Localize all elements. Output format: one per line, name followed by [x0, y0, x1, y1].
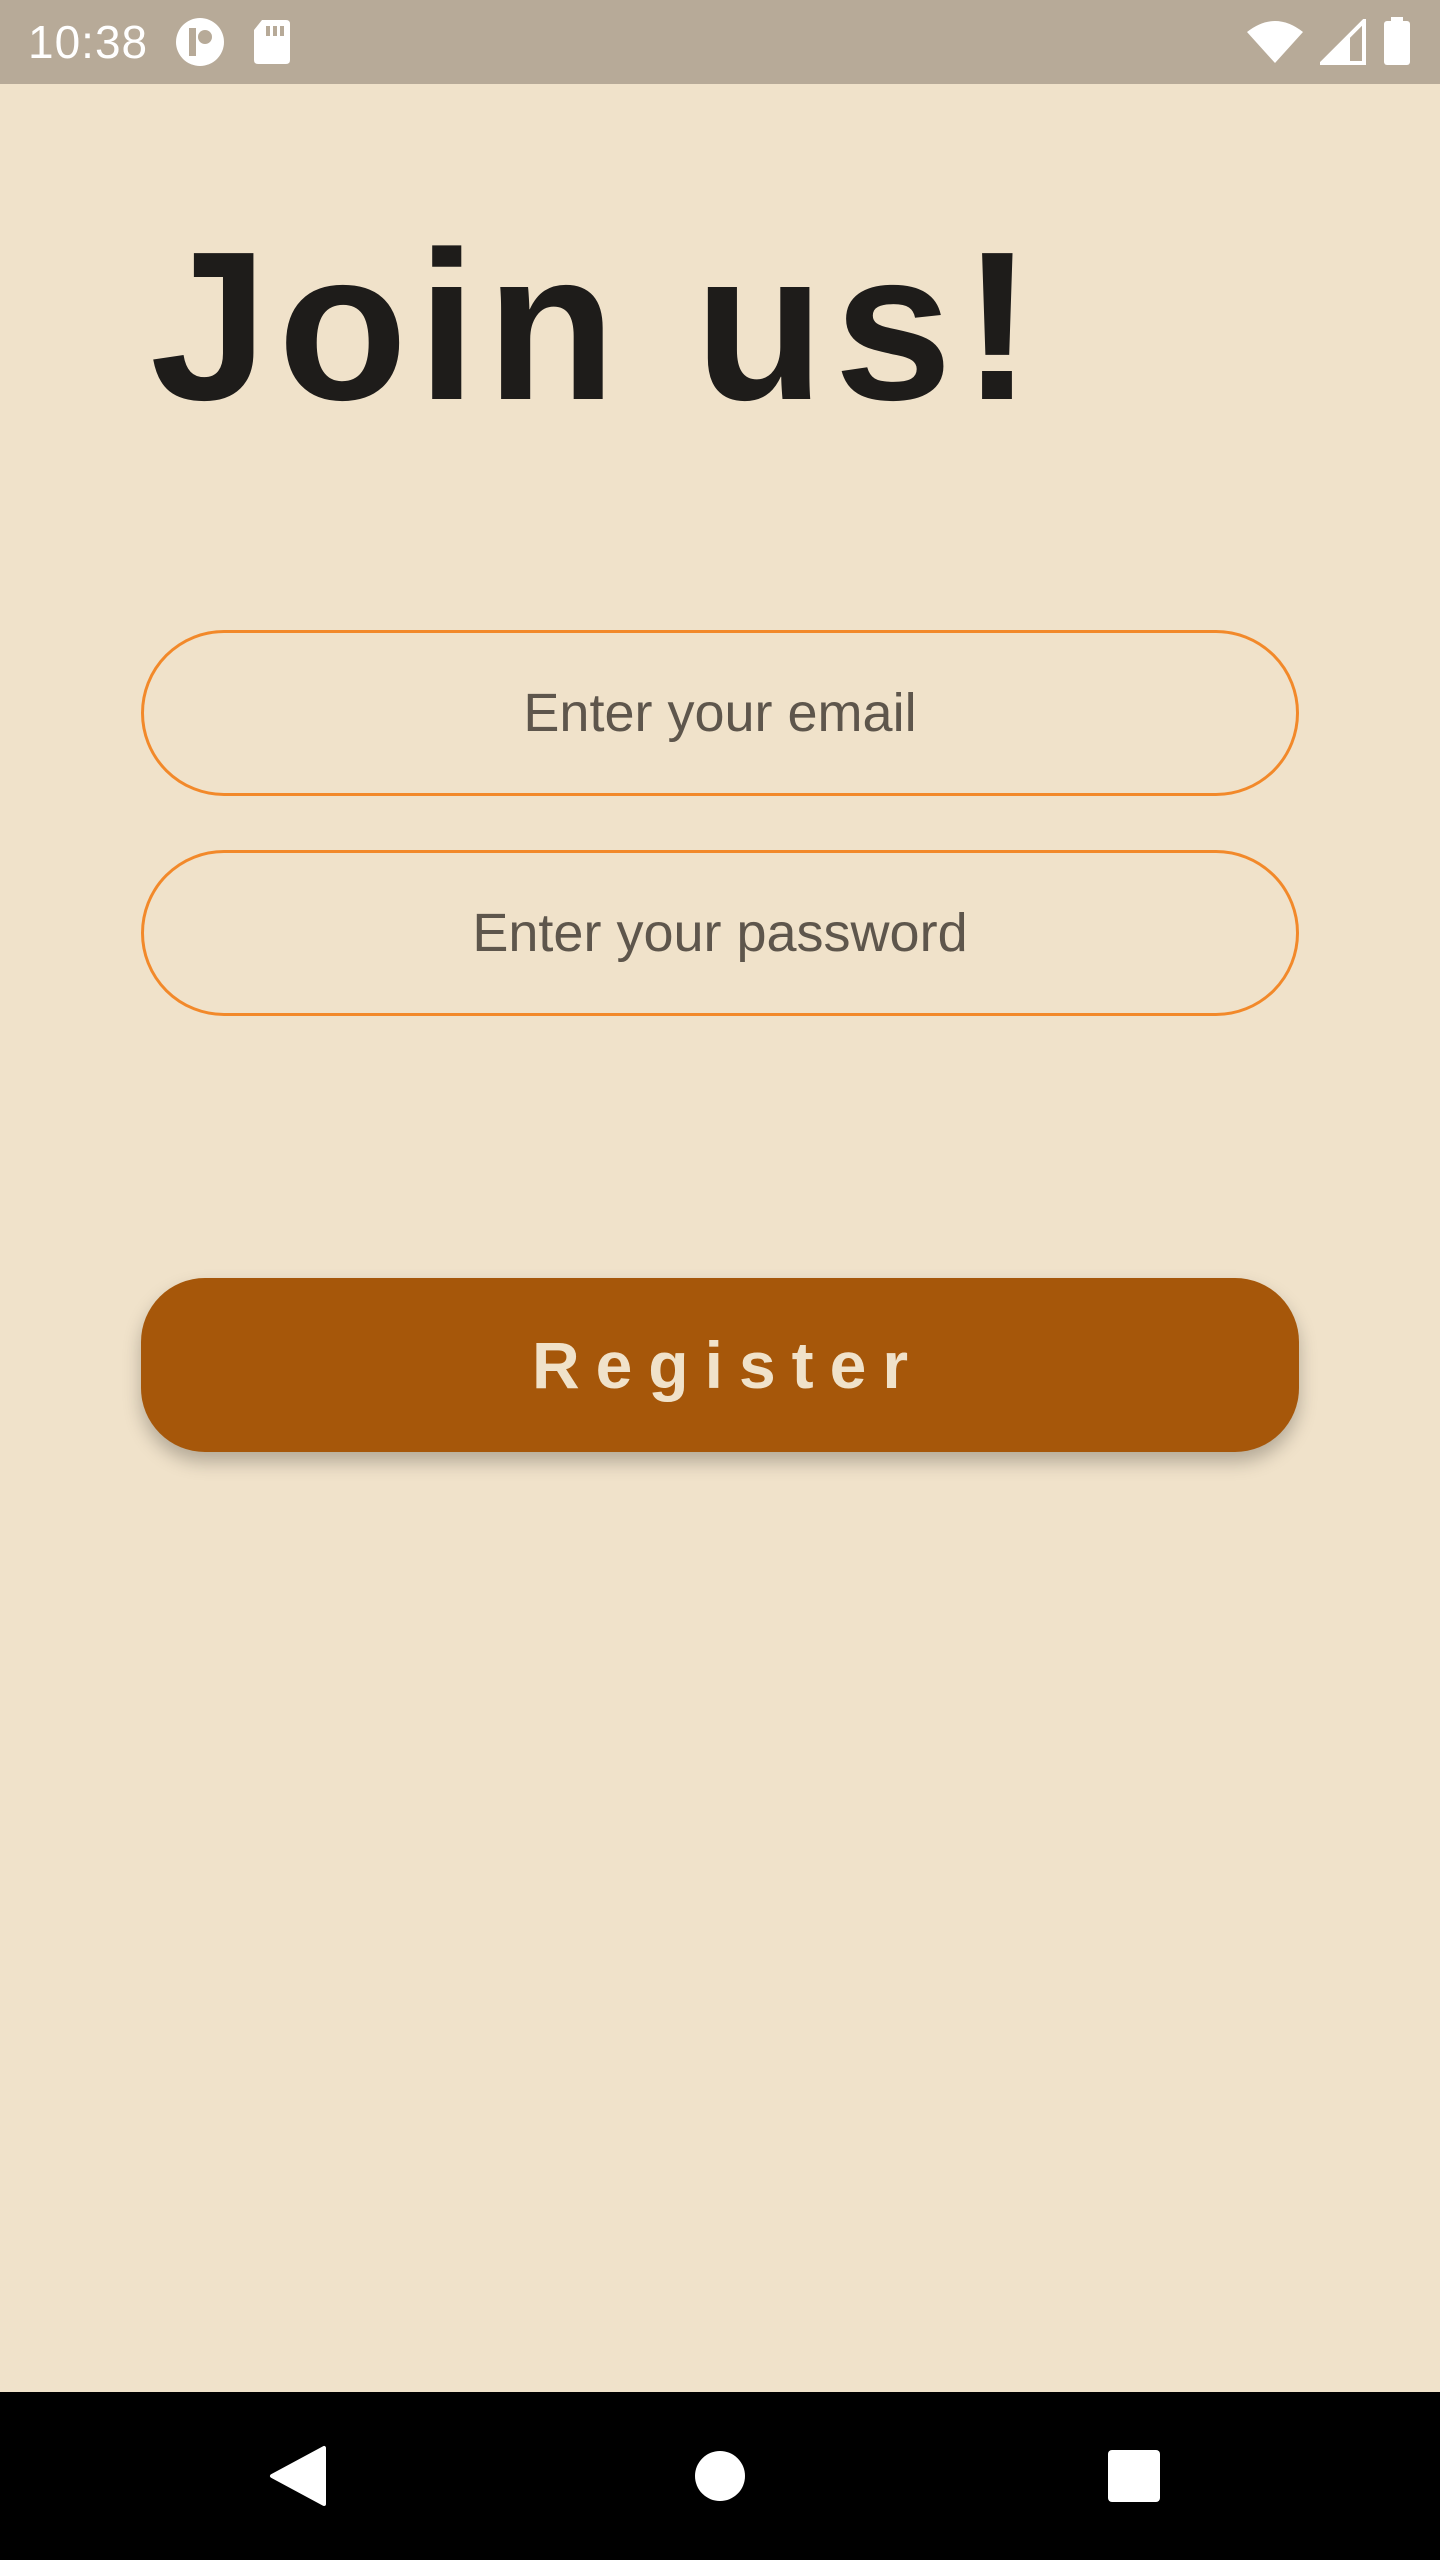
navigation-bar	[0, 2392, 1440, 2560]
status-left: 10:38	[28, 15, 292, 69]
status-bar: 10:38	[0, 0, 1440, 84]
back-button[interactable]	[220, 2392, 380, 2560]
email-field[interactable]: Enter your email	[141, 630, 1299, 796]
status-right	[1246, 17, 1412, 67]
sd-card-icon	[252, 18, 292, 66]
password-placeholder: Enter your password	[472, 903, 968, 963]
recents-button[interactable]	[1054, 2392, 1214, 2560]
battery-icon	[1382, 17, 1412, 67]
email-placeholder: Enter your email	[523, 683, 917, 743]
password-field[interactable]: Enter your password	[141, 850, 1299, 1016]
home-icon	[695, 2451, 745, 2501]
media-app-icon	[174, 16, 226, 68]
page-title: Join us!	[150, 207, 1043, 444]
back-icon	[270, 2446, 326, 2506]
register-button-label: Register	[531, 1328, 925, 1402]
home-button[interactable]	[640, 2392, 800, 2560]
status-time: 10:38	[28, 16, 149, 68]
recents-icon	[1108, 2450, 1160, 2502]
cell-signal-icon	[1320, 19, 1366, 65]
wifi-icon	[1246, 20, 1304, 64]
register-button[interactable]: Register	[141, 1278, 1299, 1452]
